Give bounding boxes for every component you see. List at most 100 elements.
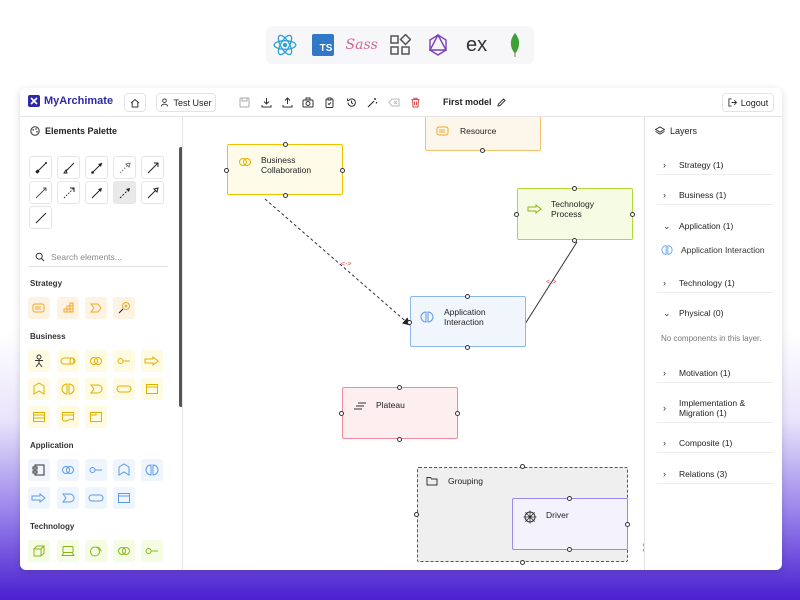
- layer-motivation[interactable]: › Motivation (1): [657, 363, 773, 383]
- layer-strategy[interactable]: › Strategy (1): [657, 155, 773, 175]
- application-function-item[interactable]: [113, 459, 135, 481]
- relation-specialization[interactable]: [141, 181, 164, 204]
- rename-model-button[interactable]: [494, 95, 508, 109]
- layer-composite[interactable]: › Composite (1): [657, 433, 773, 453]
- search-elements-field[interactable]: Search elements...: [29, 247, 168, 267]
- application-data-object-item[interactable]: [113, 487, 135, 509]
- layer-relations[interactable]: › Relations (3): [657, 464, 773, 484]
- business-interface-item[interactable]: [113, 350, 135, 372]
- connection-handle[interactable]: [340, 168, 345, 173]
- relation-serving[interactable]: [141, 156, 164, 179]
- node-resource[interactable]: Resource: [425, 117, 541, 151]
- clear-button[interactable]: [387, 95, 401, 109]
- connection-handle[interactable]: [397, 437, 402, 442]
- layer-implementation-migration[interactable]: › Implementation & Migration (1): [657, 393, 773, 423]
- technology-collaboration-item[interactable]: [113, 540, 135, 562]
- node-plateau[interactable]: Plateau: [342, 387, 458, 439]
- business-collaboration-item[interactable]: [85, 350, 107, 372]
- business-interaction-item[interactable]: [57, 378, 79, 400]
- application-interface-item[interactable]: [85, 459, 107, 481]
- connection-handle[interactable]: [514, 212, 519, 217]
- technology-node-item[interactable]: [28, 540, 50, 562]
- technology-interface-item[interactable]: [141, 540, 163, 562]
- relation-composition[interactable]: [29, 156, 52, 179]
- business-function-item[interactable]: [28, 378, 50, 400]
- connection-handle[interactable]: [224, 168, 229, 173]
- save-button[interactable]: [237, 95, 251, 109]
- upload-button[interactable]: [280, 95, 294, 109]
- clipboard-button[interactable]: [322, 95, 336, 109]
- relation-access[interactable]: [29, 181, 52, 204]
- relation-flow[interactable]: [113, 181, 136, 204]
- node-business-collaboration[interactable]: Business Collaboration: [227, 144, 343, 195]
- connection-handle[interactable]: [567, 496, 572, 501]
- relation-assignment[interactable]: [85, 156, 108, 179]
- business-event-item[interactable]: [85, 378, 107, 400]
- connection-handle[interactable]: [520, 560, 525, 565]
- magic-wand-button[interactable]: [365, 95, 379, 109]
- relation-association[interactable]: [29, 206, 52, 229]
- home-button[interactable]: [124, 93, 146, 112]
- relation-realization[interactable]: [113, 156, 136, 179]
- relation-triggering[interactable]: [85, 181, 108, 204]
- node-application-interaction[interactable]: Application Interaction: [410, 296, 526, 347]
- model-name[interactable]: First model: [443, 97, 492, 107]
- graphql-logo: [424, 31, 452, 59]
- connection-handle[interactable]: [567, 547, 572, 552]
- delete-button[interactable]: [408, 95, 422, 109]
- user-button[interactable]: Test User: [156, 93, 216, 112]
- strategy-value-stream-item[interactable]: [85, 297, 107, 319]
- business-representation-item[interactable]: [57, 406, 79, 428]
- screenshot-button[interactable]: [301, 95, 315, 109]
- connection-handle[interactable]: [339, 411, 344, 416]
- connection-handle[interactable]: [520, 464, 525, 469]
- relation-influence[interactable]: [57, 181, 80, 204]
- connection-handle[interactable]: [283, 142, 288, 147]
- application-process-item[interactable]: [28, 487, 50, 509]
- connection-handle[interactable]: [572, 238, 577, 243]
- strategy-resource-item[interactable]: [28, 297, 50, 319]
- node-driver[interactable]: Driver: [512, 498, 628, 550]
- connection-handle[interactable]: [283, 193, 288, 198]
- layer-item-application-interaction[interactable]: Application Interaction: [661, 244, 765, 256]
- business-product-item[interactable]: [85, 406, 107, 428]
- node-technology-process[interactable]: Technology Process: [517, 188, 633, 240]
- strategy-capability-item[interactable]: [57, 297, 79, 319]
- palette-header: Elements Palette: [30, 126, 117, 136]
- layer-application[interactable]: ⌄ Application (1): [657, 216, 773, 236]
- connection-handle[interactable]: [455, 411, 460, 416]
- technology-device-item[interactable]: [57, 540, 79, 562]
- history-button[interactable]: [344, 95, 358, 109]
- business-object-item[interactable]: [141, 378, 163, 400]
- connection-handle[interactable]: [407, 320, 412, 325]
- application-component-item[interactable]: [28, 459, 50, 481]
- layer-physical[interactable]: ⌄ Physical (0): [657, 303, 773, 323]
- logout-button[interactable]: Logout: [722, 93, 774, 112]
- application-event-item[interactable]: [57, 487, 79, 509]
- connection-handle[interactable]: [572, 186, 577, 191]
- diagram-canvas[interactable]: <-> <-> Resource Business Collaboration …: [183, 117, 644, 570]
- business-process-item[interactable]: [141, 350, 163, 372]
- technology-system-software-item[interactable]: [85, 540, 107, 562]
- connection-handle[interactable]: [465, 345, 470, 350]
- layer-technology[interactable]: › Technology (1): [657, 273, 773, 293]
- connection-handle[interactable]: [480, 148, 485, 153]
- strategy-course-of-action-item[interactable]: [113, 297, 135, 319]
- connection-handle[interactable]: [630, 212, 635, 217]
- connection-handle[interactable]: [625, 522, 630, 527]
- business-actor-item[interactable]: [28, 350, 50, 372]
- business-service-item[interactable]: [113, 378, 135, 400]
- application-service-item[interactable]: [85, 487, 107, 509]
- connection-handle[interactable]: [465, 294, 470, 299]
- flow-relation-line[interactable]: [264, 198, 411, 326]
- business-contract-item[interactable]: [28, 406, 50, 428]
- business-role-item[interactable]: [57, 350, 79, 372]
- connection-handle[interactable]: [397, 385, 402, 390]
- application-collaboration-item[interactable]: [57, 459, 79, 481]
- layer-business[interactable]: › Business (1): [657, 185, 773, 205]
- connection-handle[interactable]: [414, 512, 419, 517]
- download-button[interactable]: [259, 95, 273, 109]
- brand[interactable]: MyArchimate: [28, 95, 113, 107]
- application-interaction-item[interactable]: [141, 459, 163, 481]
- relation-aggregation[interactable]: [57, 156, 80, 179]
